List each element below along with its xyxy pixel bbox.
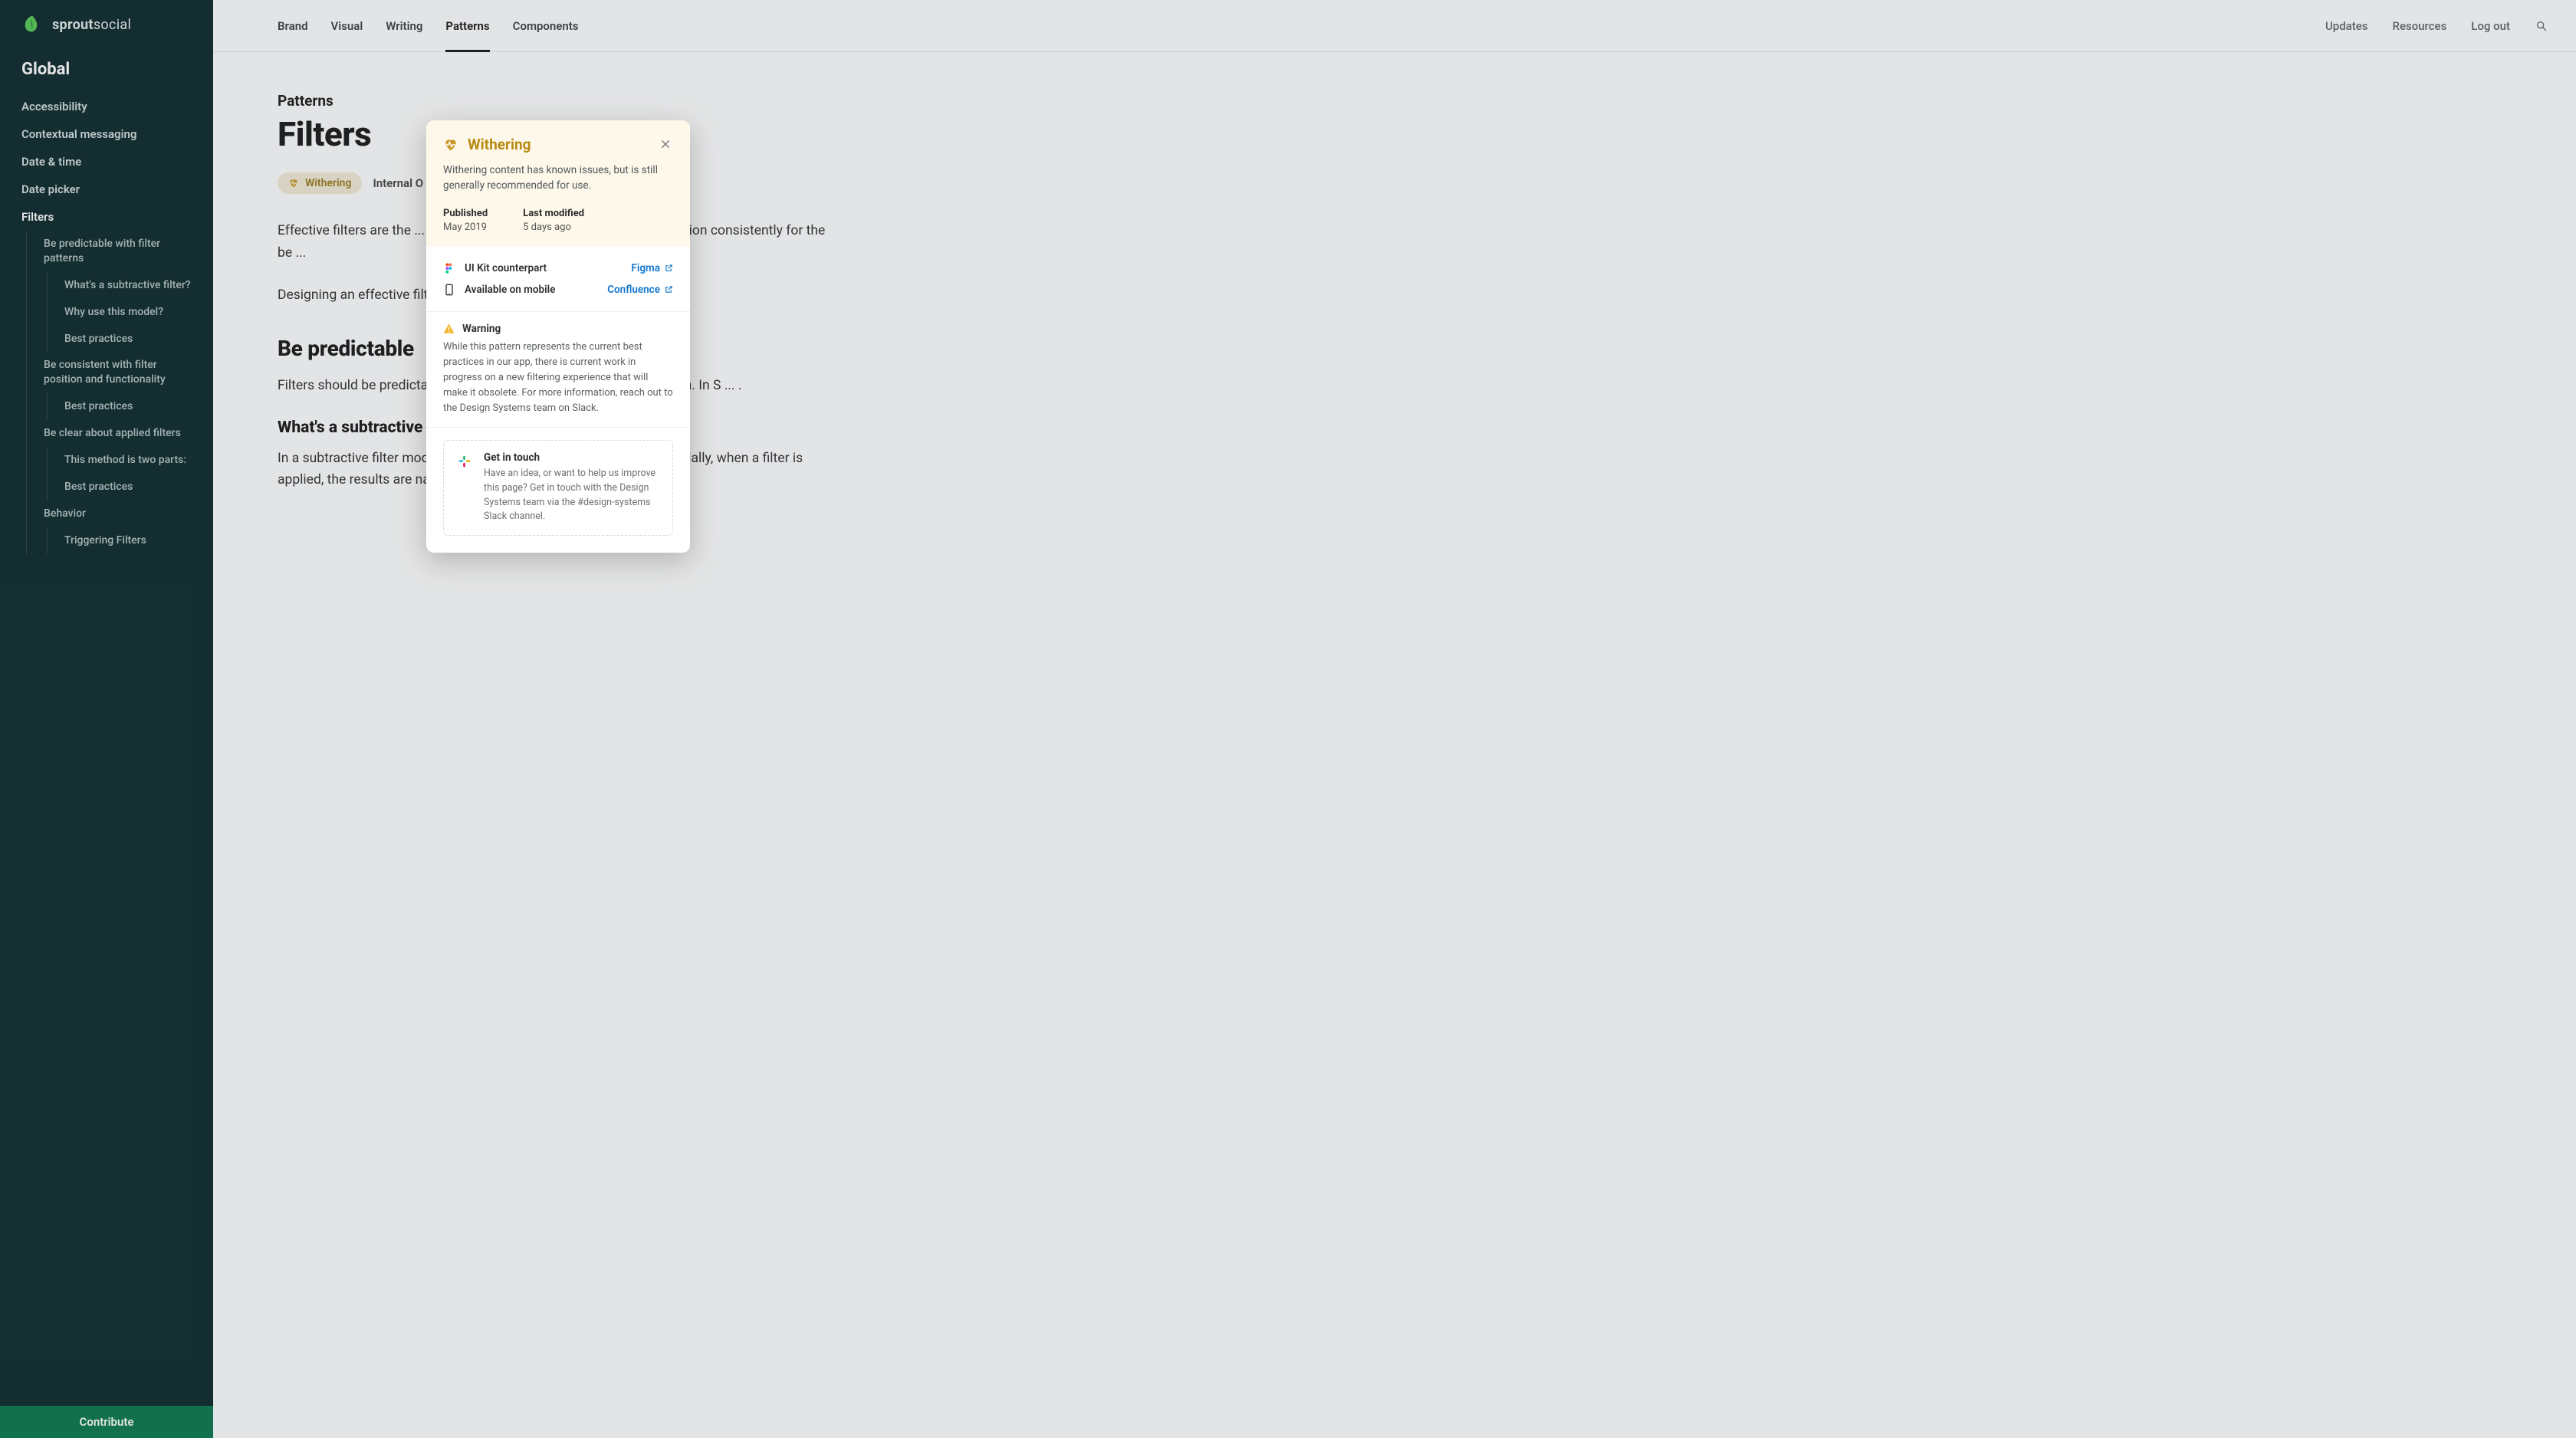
- tab-patterns[interactable]: Patterns: [445, 0, 489, 51]
- status-badge-label: Withering: [305, 177, 351, 189]
- side-nav: Global Accessibility Contextual messagin…: [0, 51, 213, 1406]
- sidebar-item-behavior[interactable]: Behavior: [44, 501, 192, 527]
- slack-icon: [456, 453, 473, 470]
- topnav: Brand Visual Writing Patterns Components: [278, 0, 579, 51]
- popover-footer: Get in touch Have an idea, or want to he…: [426, 428, 690, 553]
- get-in-touch-box[interactable]: Get in touch Have an idea, or want to he…: [443, 440, 673, 536]
- sidebar-sublist-filters: Be predictable with filter patterns What…: [26, 231, 192, 554]
- uikit-row: UI Kit counterpart Figma: [443, 258, 673, 279]
- external-link-icon: [665, 264, 673, 272]
- logo-text: sproutsocial: [52, 17, 131, 33]
- external-link-icon: [665, 285, 673, 294]
- sidebar-item-triggering-filters[interactable]: Triggering Filters: [64, 527, 192, 554]
- topbar: Brand Visual Writing Patterns Components…: [213, 0, 2576, 52]
- tab-writing[interactable]: Writing: [386, 0, 422, 51]
- contribute-button[interactable]: Contribute: [0, 1406, 213, 1438]
- figma-icon: [443, 262, 455, 274]
- link-logout[interactable]: Log out: [2471, 19, 2510, 33]
- status-badge-withering[interactable]: Withering: [278, 172, 362, 194]
- meta-internal: Internal O: [373, 176, 423, 190]
- figma-link[interactable]: Figma: [631, 262, 673, 274]
- sidebar-item-be-clear[interactable]: Be clear about applied filters: [44, 420, 192, 447]
- sidebar-item-two-parts[interactable]: This method is two parts:: [64, 447, 192, 474]
- sidebar-item-why-model[interactable]: Why use this model?: [64, 299, 192, 326]
- heartbeat-icon: [443, 137, 458, 153]
- modified-label: Last modified: [523, 208, 584, 219]
- sidebar-item-contextual-messaging[interactable]: Contextual messaging: [21, 120, 192, 148]
- popover-links-section: UI Kit counterpart Figma Available on mo…: [426, 247, 690, 312]
- popover-meta: Published May 2019 Last modified 5 days …: [443, 208, 673, 233]
- link-updates[interactable]: Updates: [2325, 19, 2368, 33]
- popover-warning-section: Warning While this pattern represents th…: [426, 312, 690, 428]
- sidebar-item-best-practices-2[interactable]: Best practices: [64, 393, 192, 420]
- close-icon[interactable]: [659, 138, 673, 152]
- published-label: Published: [443, 208, 488, 219]
- link-resources[interactable]: Resources: [2393, 19, 2447, 33]
- sidebar-item-be-consistent[interactable]: Be consistent with filter position and f…: [44, 352, 192, 393]
- confluence-link-label: Confluence: [607, 284, 660, 296]
- sidebar-item-subtractive-filter[interactable]: What's a subtractive filter?: [64, 272, 192, 299]
- sidebar-item-accessibility[interactable]: Accessibility: [21, 93, 192, 120]
- confluence-link[interactable]: Confluence: [607, 284, 673, 296]
- published-value: May 2019: [443, 222, 488, 233]
- tab-visual[interactable]: Visual: [331, 0, 363, 51]
- popover-description: Withering content has known issues, but …: [443, 163, 673, 194]
- sidebar-item-best-practices-3[interactable]: Best practices: [64, 474, 192, 501]
- withering-popover: Withering Withering content has known is…: [426, 120, 690, 553]
- sidebar-sublist-clear: This method is two parts: Best practices: [47, 447, 192, 501]
- modified-value: 5 days ago: [523, 222, 584, 233]
- mobile-icon: [443, 284, 455, 296]
- get-in-touch-title: Get in touch: [484, 451, 660, 464]
- figma-link-label: Figma: [631, 262, 660, 274]
- sidebar-item-date-picker[interactable]: Date picker: [21, 176, 192, 203]
- mobile-row: Available on mobile Confluence: [443, 279, 673, 300]
- sidebar-sublist-consistent: Best practices: [47, 393, 192, 420]
- sidebar-item-be-predictable[interactable]: Be predictable with filter patterns: [44, 231, 192, 272]
- sidebar-sublist-predictable: What's a subtractive filter? Why use thi…: [47, 272, 192, 353]
- warning-body: While this pattern represents the curren…: [443, 340, 673, 417]
- warning-label: Warning: [462, 323, 501, 335]
- sidebar-item-date-time[interactable]: Date & time: [21, 148, 192, 176]
- sidebar-item-filters[interactable]: Filters: [21, 203, 192, 231]
- popover-header: Withering Withering content has known is…: [426, 120, 690, 247]
- search-icon[interactable]: [2535, 19, 2548, 33]
- uikit-label: UI Kit counterpart: [465, 262, 622, 274]
- eyebrow: Patterns: [278, 92, 830, 110]
- warning-icon: [443, 323, 455, 334]
- logo[interactable]: sproutsocial: [0, 0, 213, 51]
- sidebar-item-best-practices-1[interactable]: Best practices: [64, 326, 192, 353]
- get-in-touch-body: Have an idea, or want to help us improve…: [484, 467, 660, 524]
- mobile-label: Available on mobile: [465, 284, 598, 296]
- leaf-icon: [21, 14, 43, 35]
- popover-title: Withering: [468, 136, 650, 153]
- heartbeat-icon: [288, 178, 299, 189]
- tab-brand[interactable]: Brand: [278, 0, 308, 51]
- sidebar: sproutsocial Global Accessibility Contex…: [0, 0, 213, 1438]
- sidebar-sublist-behavior: Triggering Filters: [47, 527, 192, 554]
- tab-components[interactable]: Components: [513, 0, 579, 51]
- side-section-title: Global: [21, 60, 192, 79]
